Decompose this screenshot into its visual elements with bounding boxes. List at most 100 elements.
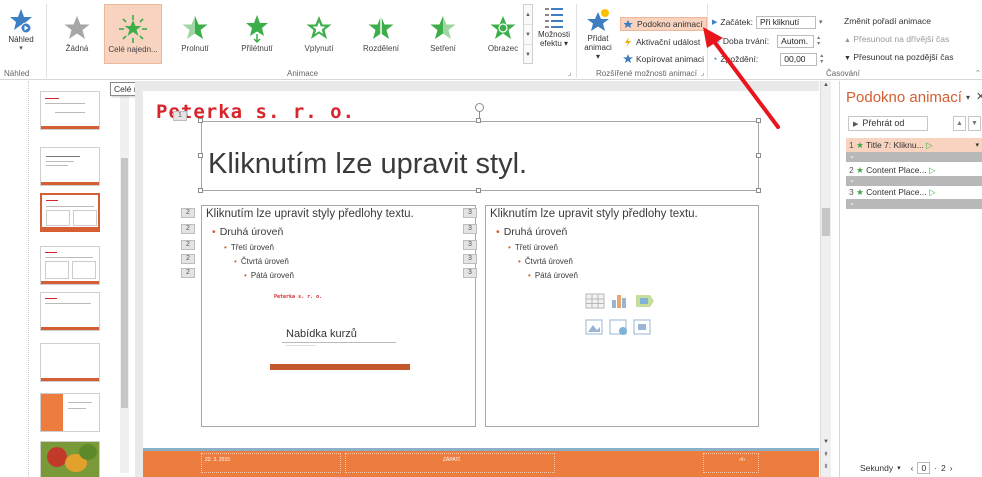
resize-handle[interactable]: [198, 153, 203, 158]
slide-thumbnail-photo[interactable]: [40, 441, 100, 477]
preview-button[interactable]: Náhled ▾: [2, 8, 40, 66]
effect-split[interactable]: Rozdělení: [352, 4, 410, 64]
effect-float-in[interactable]: Vplynutí: [290, 4, 348, 64]
scroll-down-icon[interactable]: ▼: [821, 439, 831, 445]
effect-none[interactable]: Žádná: [52, 4, 102, 64]
dialog-launcher-icon[interactable]: ⌟: [568, 69, 571, 77]
footer-date-placeholder[interactable]: [201, 453, 341, 473]
timeline-zoom-start[interactable]: 0: [917, 462, 931, 474]
effect-label: Přilétnutí: [241, 44, 273, 53]
resize-handle[interactable]: [756, 153, 761, 158]
embedded-slide-logo: Peterka s. r. o.: [274, 294, 323, 300]
chevron-down-icon[interactable]: ▾: [897, 464, 901, 472]
slide-thumbnail[interactable]: [40, 91, 100, 130]
star-burst-icon: [119, 15, 147, 43]
chart-icon[interactable]: [612, 295, 626, 308]
slide-thumbnail[interactable]: [40, 343, 100, 382]
footer-text-placeholder[interactable]: [345, 453, 555, 473]
slide-vertical-scrollbar[interactable]: ▲ ▼ ⇞ ⇟: [820, 81, 831, 477]
chevron-down-icon[interactable]: ▼: [524, 25, 532, 45]
scroll-thumb[interactable]: [822, 208, 830, 236]
seconds-dropdown[interactable]: Sekundy: [860, 463, 893, 473]
effect-fly-in[interactable]: Přilétnutí: [228, 4, 286, 64]
delay-stepper[interactable]: ▴ ▾: [820, 53, 826, 65]
gallery-scrollbar[interactable]: ▲ ▼ ▼: [523, 4, 533, 64]
slides-scrollbar[interactable]: [120, 83, 129, 473]
animation-item-1[interactable]: 1 ★ Title 7: Kliknu... ▷ ▾: [846, 138, 982, 153]
title-placeholder[interactable]: Kliknutím lze upravit styl.: [201, 121, 759, 191]
move-up-button[interactable]: ▲: [953, 116, 966, 131]
effect-wipe[interactable]: Setření: [414, 4, 472, 64]
chevron-down-icon[interactable]: ▾: [819, 18, 823, 26]
zoom-out-icon[interactable]: ‹: [911, 463, 914, 473]
scroll-thumb[interactable]: [121, 158, 128, 408]
trigger-button[interactable]: Aktivační událost: [620, 35, 703, 49]
video-icon[interactable]: [633, 319, 651, 335]
zoom-in-icon[interactable]: ›: [950, 463, 953, 473]
content-placeholder-right[interactable]: Kliknutím lze upravit styly předlohy tex…: [485, 205, 759, 427]
delay-input[interactable]: 00,00: [780, 52, 818, 66]
preview-group-label: Náhled: [4, 69, 30, 78]
move-down-button[interactable]: ▼: [968, 116, 981, 131]
start-dropdown[interactable]: Při kliknutí: [756, 15, 816, 29]
slide-thumbnail-active[interactable]: [40, 193, 100, 232]
smartart-icon[interactable]: [636, 295, 654, 307]
duration-stepper[interactable]: ▴ ▾: [817, 35, 823, 47]
table-icon[interactable]: [585, 293, 605, 309]
chevron-up-icon[interactable]: ▲: [524, 5, 532, 25]
copy-animation-button[interactable]: Kopírovat animaci: [620, 52, 707, 66]
slide-canvas-area: Peterka s. r. o. 1 Kliknutím lze upravit…: [135, 81, 819, 477]
collapse-ribbon-icon[interactable]: ⌃: [975, 69, 981, 77]
rotate-handle[interactable]: [475, 103, 484, 112]
slide[interactable]: Peterka s. r. o. 1 Kliknutím lze upravit…: [143, 91, 819, 477]
effect-label: Setření: [430, 44, 456, 53]
timeline-zoom-end[interactable]: 2: [941, 463, 946, 473]
animation-tag: 3: [463, 224, 477, 234]
resize-handle[interactable]: [476, 118, 481, 123]
resize-handle[interactable]: [756, 118, 761, 123]
animation-tag: 2: [181, 254, 195, 264]
dialog-launcher-icon[interactable]: ⌟: [701, 69, 704, 77]
slide-thumbnail[interactable]: [40, 147, 100, 186]
duration-input[interactable]: Autom.: [777, 34, 815, 48]
resize-handle[interactable]: [198, 118, 203, 123]
star-shape-icon: [490, 16, 516, 39]
pane-options-icon[interactable]: ▾: [966, 93, 970, 102]
effect-fade[interactable]: Prolnutí: [166, 4, 224, 64]
reorder-label: Změnit pořadí animace: [844, 16, 931, 26]
slide-thumbnail[interactable]: [40, 292, 100, 331]
online-picture-icon[interactable]: [609, 319, 627, 335]
play-icon: ▶: [853, 121, 859, 128]
animation-pane-button[interactable]: Podokno animací: [620, 17, 707, 31]
add-animation-button[interactable]: Přidat animaci ▾: [582, 8, 614, 66]
content-placeholder-left[interactable]: Kliknutím lze upravit styly předlohy tex…: [201, 205, 476, 427]
footer-number-placeholder[interactable]: [703, 453, 759, 473]
more-icon[interactable]: ▼: [524, 45, 532, 65]
effect-options-label-1: Možnosti: [537, 30, 570, 39]
slide-footer: 22. 3. 2015 ZÁPATÍ ‹#›: [143, 448, 819, 477]
resize-handle[interactable]: [756, 188, 761, 193]
animation-tag: 1: [173, 111, 187, 121]
effect-appear[interactable]: Celé najedn...: [104, 4, 162, 64]
resize-handle[interactable]: [476, 188, 481, 193]
play-from-button[interactable]: ▶ Přehrát od: [848, 116, 928, 131]
star-add-icon: [587, 9, 609, 31]
scroll-up-icon[interactable]: ▲: [821, 82, 831, 88]
move-earlier-button[interactable]: ▲ Přesunout na dřívější čas: [844, 34, 949, 44]
resize-handle[interactable]: [198, 188, 203, 193]
animation-item-3[interactable]: 3 ★ Content Place... ▷: [846, 185, 982, 200]
embedded-slide-title: Nabídka kurzů: [286, 328, 357, 340]
close-icon[interactable]: ✕: [976, 90, 982, 103]
slide-thumbnail[interactable]: [40, 393, 100, 432]
next-slide-icon[interactable]: ⇟: [821, 463, 831, 470]
effect-options-button[interactable]: Možnosti efektu ▾: [535, 6, 573, 66]
expand-group-icon[interactable]: ⌄: [846, 152, 982, 162]
expand-group-icon[interactable]: ⌄: [846, 199, 982, 209]
item-dropdown-icon[interactable]: ▾: [975, 138, 979, 153]
picture-icon[interactable]: [585, 319, 603, 335]
advanced-group-label: Rozšířené možnosti animací: [596, 69, 697, 78]
slide-thumbnail[interactable]: [40, 246, 100, 285]
footer-text: ZÁPATÍ: [443, 457, 460, 463]
move-later-button[interactable]: ▼ Přesunout na pozdější čas: [844, 52, 954, 62]
prev-slide-icon[interactable]: ⇞: [821, 451, 831, 458]
